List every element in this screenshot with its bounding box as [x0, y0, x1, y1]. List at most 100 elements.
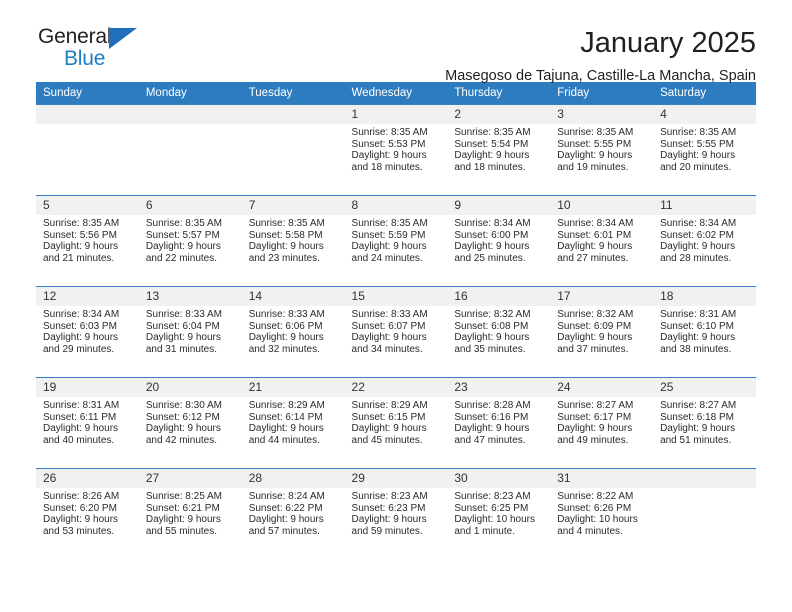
calendar-day-cell[interactable]: 18 Sunrise: 8:31 AM Sunset: 6:10 PM Dayligh…: [653, 286, 756, 378]
day-info-daylight-1-line: Daylight: 9 hours: [145, 423, 221, 435]
calendar-day-cell[interactable]: 12 Sunrise: 8:34 AM Sunset: 6:03 PM Dayligh…: [36, 286, 139, 378]
calendar-day-cell[interactable]: 5 Sunrise: 8:35 AM Sunset: 5:56 PM Daylight…: [36, 195, 139, 287]
logo-text-blue: Blue: [64, 47, 106, 70]
calendar-day-cell[interactable]: 27 Sunrise: 8:25 AM Sunset: 6:21 PM Dayligh…: [138, 468, 242, 559]
calendar-day-cell[interactable]: 31 Sunrise: 8:22 AM Sunset: 6:26 PM Dayligh…: [550, 468, 654, 559]
calendar-day-cell[interactable]: 22 Sunrise: 8:29 AM Sunset: 6:15 PM Dayligh…: [344, 377, 448, 469]
day-sun-info: Sunrise: 8:35 AM Sunset: 5:53 PM Daylight:…: [345, 124, 448, 174]
day-cell-inner: 19 Sunrise: 8:31 AM Sunset: 6:11 PM Dayligh…: [36, 378, 139, 468]
day-info-sunrise-line: Sunrise: 8:27 AM: [660, 400, 737, 411]
day-number: 30: [447, 469, 551, 488]
day-number: 2: [447, 105, 551, 124]
calendar-day-cell[interactable]: 20 Sunrise: 8:30 AM Sunset: 6:12 PM Dayligh…: [138, 377, 242, 469]
calendar-day-cell[interactable]: 1 Sunrise: 8:35 AM Sunset: 5:53 PM Daylight…: [344, 104, 448, 196]
day-cell-inner: 16 Sunrise: 8:32 AM Sunset: 6:08 PM Dayligh…: [447, 287, 551, 377]
calendar-day-cell[interactable]: 11 Sunrise: 8:34 AM Sunset: 6:02 PM Dayligh…: [653, 195, 756, 287]
day-sun-info: Sunrise: 8:32 AM Sunset: 6:08 PM Daylight:…: [447, 306, 550, 356]
day-info-sunrise-line: Sunrise: 8:23 AM: [454, 491, 531, 502]
day-sun-info: Sunrise: 8:35 AM Sunset: 5:59 PM Daylight:…: [345, 215, 448, 265]
weekday-header-wednesday: Wednesday: [344, 82, 448, 105]
day-info-daylight-1-line: Daylight: 9 hours: [660, 150, 736, 162]
day-info-sunset-line: Sunset: 6:21 PM: [145, 502, 220, 514]
day-info-daylight-2-line: and 35 minutes.: [454, 344, 526, 356]
day-info-sunrise-line: Sunrise: 8:34 AM: [557, 218, 634, 229]
calendar-day-cell[interactable]: 14 Sunrise: 8:33 AM Sunset: 6:06 PM Dayligh…: [241, 286, 345, 378]
day-info-sunset-line: Sunset: 6:14 PM: [248, 411, 323, 423]
day-info-sunset-line: Sunset: 5:54 PM: [454, 138, 529, 150]
calendar-day-cell[interactable]: 13 Sunrise: 8:33 AM Sunset: 6:04 PM Dayligh…: [138, 286, 242, 378]
day-info-daylight-1-line: Daylight: 9 hours: [248, 423, 324, 435]
day-number: 3: [550, 105, 654, 124]
day-number: 25: [653, 378, 756, 397]
calendar-day-cell[interactable]: 30 Sunrise: 8:23 AM Sunset: 6:25 PM Dayligh…: [447, 468, 551, 559]
day-info-sunrise-line: Sunrise: 8:33 AM: [351, 309, 428, 320]
day-number: 27: [138, 469, 242, 488]
calendar-day-cell[interactable]: 26 Sunrise: 8:26 AM Sunset: 6:20 PM Dayligh…: [36, 468, 139, 559]
day-sun-info: Sunrise: 8:26 AM Sunset: 6:20 PM Daylight:…: [36, 488, 139, 538]
calendar-day-cell[interactable]: 21 Sunrise: 8:29 AM Sunset: 6:14 PM Dayligh…: [241, 377, 345, 469]
calendar-day-cell[interactable]: 25 Sunrise: 8:27 AM Sunset: 6:18 PM Dayligh…: [653, 377, 756, 469]
calendar-day-cell[interactable]: [653, 468, 756, 559]
day-number: 4: [653, 105, 756, 124]
calendar-day-cell[interactable]: 24 Sunrise: 8:27 AM Sunset: 6:17 PM Dayligh…: [550, 377, 654, 469]
calendar-day-cell[interactable]: 28 Sunrise: 8:24 AM Sunset: 6:22 PM Dayligh…: [241, 468, 345, 559]
calendar-day-cell[interactable]: 16 Sunrise: 8:32 AM Sunset: 6:08 PM Dayligh…: [447, 286, 551, 378]
day-info-daylight-1-line: Daylight: 9 hours: [145, 241, 221, 253]
day-info-daylight-2-line: and 55 minutes.: [145, 526, 218, 538]
day-info-daylight-1-line: Daylight: 9 hours: [351, 423, 427, 435]
day-info-sunset-line: Sunset: 6:07 PM: [351, 320, 426, 332]
calendar-day-cell[interactable]: 23 Sunrise: 8:28 AM Sunset: 6:16 PM Dayligh…: [447, 377, 551, 469]
calendar-day-cell[interactable]: 10 Sunrise: 8:34 AM Sunset: 6:01 PM Dayligh…: [550, 195, 654, 287]
day-info-daylight-2-line: and 32 minutes.: [248, 344, 320, 356]
calendar-day-cell[interactable]: [138, 104, 242, 196]
day-info-sunset-line: Sunset: 6:09 PM: [557, 320, 632, 332]
day-info-sunset-line: Sunset: 6:15 PM: [351, 411, 426, 423]
calendar-day-cell[interactable]: 6 Sunrise: 8:35 AM Sunset: 5:57 PM Daylight…: [138, 195, 242, 287]
calendar-day-cell[interactable]: 7 Sunrise: 8:35 AM Sunset: 5:58 PM Daylight…: [241, 195, 345, 287]
calendar-day-cell[interactable]: 19 Sunrise: 8:31 AM Sunset: 6:11 PM Dayligh…: [36, 377, 139, 469]
day-info-sunset-line: Sunset: 6:17 PM: [557, 411, 632, 423]
calendar-week-row: 1 Sunrise: 8:35 AM Sunset: 5:53 PM Daylight…: [36, 104, 756, 196]
day-cell-inner: [138, 105, 242, 195]
day-sun-info: Sunrise: 8:22 AM Sunset: 6:26 PM Daylight:…: [550, 488, 653, 538]
day-sun-info: Sunrise: 8:24 AM Sunset: 6:22 PM Daylight:…: [242, 488, 345, 538]
calendar-day-cell[interactable]: 2 Sunrise: 8:35 AM Sunset: 5:54 PM Daylight…: [447, 104, 551, 196]
day-number: 15: [344, 287, 448, 306]
day-cell-inner: 24 Sunrise: 8:27 AM Sunset: 6:17 PM Dayligh…: [550, 378, 654, 468]
day-cell-inner: 8 Sunrise: 8:35 AM Sunset: 5:59 PM Daylight…: [344, 196, 448, 286]
calendar-day-cell[interactable]: 29 Sunrise: 8:23 AM Sunset: 6:23 PM Dayligh…: [344, 468, 448, 559]
day-sun-info: Sunrise: 8:34 AM Sunset: 6:03 PM Daylight:…: [36, 306, 139, 356]
calendar-day-cell[interactable]: 9 Sunrise: 8:34 AM Sunset: 6:00 PM Daylight…: [447, 195, 551, 287]
day-info-sunrise-line: Sunrise: 8:30 AM: [145, 400, 222, 411]
day-info-sunset-line: Sunset: 6:08 PM: [454, 320, 529, 332]
day-info-daylight-2-line: and 34 minutes.: [351, 344, 423, 356]
calendar-day-cell[interactable]: 17 Sunrise: 8:32 AM Sunset: 6:09 PM Dayligh…: [550, 286, 654, 378]
day-info-sunrise-line: Sunrise: 8:22 AM: [557, 491, 634, 502]
calendar-day-cell[interactable]: [241, 104, 345, 196]
day-info-daylight-2-line: and 4 minutes.: [557, 526, 623, 538]
calendar-day-cell[interactable]: 4 Sunrise: 8:35 AM Sunset: 5:55 PM Daylight…: [653, 104, 756, 196]
general-blue-logo[interactable]: General Blue: [36, 26, 161, 74]
day-info-sunrise-line: Sunrise: 8:34 AM: [660, 218, 737, 229]
day-number: 23: [447, 378, 551, 397]
day-info-sunrise-line: Sunrise: 8:28 AM: [454, 400, 531, 411]
calendar-day-cell[interactable]: 15 Sunrise: 8:33 AM Sunset: 6:07 PM Dayligh…: [344, 286, 448, 378]
day-info-daylight-2-line: and 51 minutes.: [660, 435, 732, 447]
day-info-sunset-line: Sunset: 5:55 PM: [660, 138, 734, 150]
calendar-day-cell[interactable]: 3 Sunrise: 8:35 AM Sunset: 5:55 PM Daylight…: [550, 104, 654, 196]
day-cell-inner: 1 Sunrise: 8:35 AM Sunset: 5:53 PM Daylight…: [344, 105, 448, 195]
day-info-sunset-line: Sunset: 6:02 PM: [660, 229, 734, 241]
day-number: 11: [653, 196, 756, 215]
calendar-day-cell[interactable]: 8 Sunrise: 8:35 AM Sunset: 5:59 PM Daylight…: [344, 195, 448, 287]
day-sun-info: Sunrise: 8:27 AM Sunset: 6:17 PM Daylight:…: [550, 397, 653, 447]
day-info-daylight-2-line: and 1 minute.: [454, 526, 515, 538]
day-cell-inner: 9 Sunrise: 8:34 AM Sunset: 6:00 PM Daylight…: [447, 196, 551, 286]
day-info-sunrise-line: Sunrise: 8:29 AM: [248, 400, 325, 411]
day-info-daylight-2-line: and 47 minutes.: [454, 435, 526, 447]
day-info-sunset-line: Sunset: 5:53 PM: [351, 138, 426, 150]
day-info-daylight-2-line: and 37 minutes.: [557, 344, 629, 356]
triangle-icon: [109, 28, 137, 49]
day-number: 5: [36, 196, 139, 215]
day-number: 12: [36, 287, 139, 306]
calendar-day-cell[interactable]: [36, 104, 139, 196]
